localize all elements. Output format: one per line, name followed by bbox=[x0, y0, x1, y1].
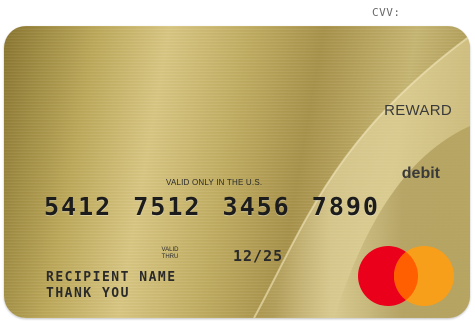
recipient-message: THANK YOU bbox=[46, 286, 130, 301]
valid-thru-line1: VALID bbox=[161, 247, 179, 253]
valid-thru-line2: THRU bbox=[161, 254, 179, 260]
mastercard-logo-icon bbox=[358, 246, 454, 306]
valid-thru-label: VALID THRU bbox=[158, 247, 182, 261]
debit-card: REWARD debit VALID ONLY IN THE U.S. 5412… bbox=[4, 26, 470, 318]
reward-label: REWARD bbox=[384, 102, 452, 119]
page: CVV: REWARD debit VALID ONLY IN THE U.S.… bbox=[0, 0, 475, 321]
expiry-date: 12/25 bbox=[233, 247, 284, 265]
debit-label: debit bbox=[401, 165, 440, 182]
cvv-label: CVV: bbox=[372, 6, 401, 19]
card-number: 5412 7512 3456 7890 bbox=[44, 192, 380, 221]
recipient-block: RECIPIENT NAME THANK YOU bbox=[46, 270, 177, 302]
valid-only-us-text: VALID ONLY IN THE U.S. bbox=[166, 178, 263, 187]
recipient-name: RECIPIENT NAME bbox=[46, 270, 177, 285]
